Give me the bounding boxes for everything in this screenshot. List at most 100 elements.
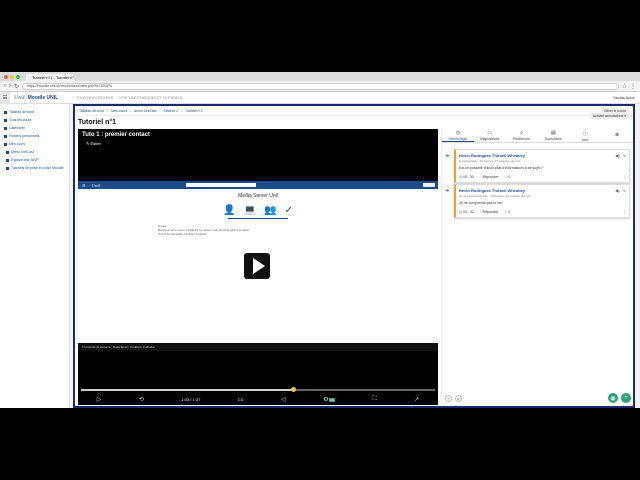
media-server-title: Media Server Unil (238, 193, 278, 199)
annotation-card[interactable]: ◀) ⋖ Kevin Rodrigues Thirbell Wheatley Je n… (454, 184, 630, 218)
star-icon[interactable]: ☆ (622, 83, 627, 90)
close-dot-icon[interactable] (4, 74, 8, 79)
top-nav-item[interactable]: TOUR DES CITOYENS (76, 96, 113, 100)
panel-tab[interactable]: ▭ Diapositives (474, 129, 506, 142)
panel-tab-label: Recherche (513, 137, 531, 141)
sidebar-item-label: Tutoriels de prise en main Moodle (11, 166, 64, 170)
main-content: Tableau de bord / Mes cours / demo UniCast / S… (73, 104, 635, 408)
add-icon[interactable]: + (445, 394, 452, 402)
video-player[interactable]: Tuto 1 : premier contact ✎ Éditer ☰ Unil… (78, 129, 438, 405)
breadcrumb-item[interactable]: Mes cours (111, 109, 127, 113)
sidebar-item-label: Fichiers personnels (9, 134, 40, 138)
reply-button[interactable]: ◌ Répondre (480, 210, 498, 214)
sidebar-item[interactable]: Tous les cours (0, 116, 69, 124)
maximize-dot-icon[interactable] (16, 74, 20, 79)
panel-tab-label: Chronologie (448, 136, 468, 141)
sidebar-item-icon (4, 118, 7, 122)
note-timestamp[interactable]: ◷ 00 : 30 (459, 175, 474, 179)
breadcrumb-item[interactable]: Tutoriel n°1 (185, 109, 203, 113)
history-icon[interactable]: ⟲ (139, 396, 144, 403)
reload-icon[interactable]: ↻ (14, 83, 19, 90)
settings-icon[interactable]: ⚙HD (323, 396, 335, 403)
forward-icon[interactable]: › (9, 83, 11, 89)
info-icon: ⓘ (582, 130, 588, 137)
play-overlay-button[interactable] (244, 253, 270, 279)
sidebar-item[interactable]: Tableau de bord (0, 108, 69, 116)
speaker-icon[interactable]: ◀) (615, 188, 619, 193)
play-icon[interactable]: ▷ (97, 396, 102, 403)
progress-knob[interactable] (291, 387, 297, 392)
sidebar-item[interactable]: Tutoriels de prise en main Moodle (0, 164, 69, 172)
minimize-dot-icon[interactable] (10, 74, 14, 79)
breadcrumb-item[interactable]: Section 2 (163, 109, 178, 113)
share-icon[interactable]: ⋖ (623, 188, 626, 193)
note-body: Je ne comprends pas le lien (459, 201, 503, 205)
speaker-icon[interactable]: ◀) (615, 153, 619, 158)
hamburger-icon[interactable]: ☰ (0, 91, 10, 104)
panel-tab[interactable]: ⌕ Recherche (506, 129, 538, 142)
play-icon (252, 258, 265, 274)
back-arrow-icon[interactable]: ⇐ (455, 394, 462, 402)
clock-icon: ◷ (455, 129, 461, 136)
note-author[interactable]: Kevin Rodrigues Thirbell Wheatley (459, 188, 626, 193)
search-icon: ⌕ (520, 130, 523, 136)
note-author[interactable]: Kevin Rodrigues Thirbell Wheatley (459, 153, 626, 158)
sidebar-item-icon (6, 158, 9, 162)
sidebar-item[interactable]: Calendrier (0, 124, 69, 132)
browser-menu-icon[interactable]: ⋮ (630, 83, 636, 90)
note-meta: Je ne comprends pas · 10 heures, 24 minu… (459, 194, 531, 198)
site-brand[interactable]: Moodle UNIL (28, 95, 59, 101)
media-server-icons: 👤 💻 👥 ✓ (78, 205, 438, 216)
unil-logo[interactable]: Unil (14, 95, 25, 101)
panel-tab[interactable]: ⓘ Info (569, 129, 601, 142)
back-icon[interactable]: ‹ (4, 83, 6, 89)
panel-tab-label: Sous-titres (545, 137, 562, 141)
browser-tabbar: Tutoriel n°1 - Tutoriel n°1 (0, 72, 640, 81)
sidebar-item[interactable]: Demo UniCast (0, 148, 69, 156)
note-footer: ◷ 00 : 42 ◌ Répondre ♡ 0 ⋮ (459, 210, 626, 214)
progress-bar[interactable] (81, 387, 435, 392)
panel-footer: + ⇐ ◉ + (442, 393, 634, 403)
like-button[interactable]: ♡ 0 (504, 210, 510, 214)
sidebar-item-label: Tableau de bord (9, 110, 35, 114)
breadcrumb-separator: / (130, 108, 132, 113)
share-icon[interactable]: ↗ (414, 396, 419, 403)
fullscreen-icon[interactable]: ⛶ (372, 396, 376, 403)
top-nav-item[interactable]: VOIR VIDEOTHEQUES ET TUTORIELS (119, 96, 182, 100)
like-button[interactable]: ♡ 0 (504, 175, 510, 179)
sidebar-item[interactable]: Mes cours (0, 140, 69, 148)
address-input[interactable]: https://moodle.unil.ch/mod/videos/view.p… (22, 82, 619, 90)
camera-button[interactable]: ◉ (608, 393, 618, 403)
sidebar-item-icon (4, 126, 7, 130)
annotation-card[interactable]: ◀) ⋖ Kevin Rodrigues Thirbell Wheatley Comm… (454, 149, 630, 183)
reply-label: Répondre (482, 175, 499, 179)
reply-button[interactable]: ◌ Répondre (480, 175, 498, 179)
user-menu[interactable]: Nicolas Nova (613, 96, 634, 100)
sidebar-item[interactable]: Fichiers personnels (0, 132, 69, 140)
edit-link[interactable]: ✎ Éditer (86, 141, 438, 146)
inner-search-box (186, 183, 257, 187)
annotations-panel: Activité annotations ▾ ◷ Chronologie ▭ Diap… (441, 113, 634, 406)
sidebar-item[interactable]: Espace test JAVP (0, 156, 69, 164)
note-timestamp[interactable]: ◷ 00 : 42 (459, 210, 474, 214)
more-icon[interactable]: ⋮ (623, 210, 627, 214)
share-icon[interactable]: ⋖ (623, 153, 626, 158)
panel-tab[interactable]: ▤ Sous-titres (537, 129, 569, 142)
browser-tab[interactable]: Tutoriel n°1 - Tutoriel n°1 (26, 74, 74, 81)
breadcrumb-separator: / (159, 108, 161, 113)
divider (228, 218, 288, 219)
video-frame: ☰ Unil Media Server Unil 👤 💻 👥 ✓ Accueil… (78, 181, 438, 351)
panel-tab[interactable]: ⊗ (601, 129, 633, 142)
more-icon[interactable]: ⋮ (623, 175, 627, 179)
volume-icon[interactable]: ◁ (281, 396, 286, 403)
breadcrumb-separator: / (181, 108, 182, 113)
sidebar-item-icon (4, 110, 7, 114)
subtitles-icon[interactable]: CC (238, 397, 244, 402)
panel-tab[interactable]: ◷ Chronologie (442, 129, 474, 142)
annotations-activity-button[interactable]: Activité annotations ▾ (589, 113, 629, 119)
breadcrumb-item[interactable]: Tableau de bord (79, 109, 104, 113)
add-annotation-button[interactable]: + (621, 393, 631, 403)
browser-window: Tutoriel n°1 - Tutoriel n°1 ‹ › ↻ https:… (0, 72, 640, 408)
breadcrumb-item[interactable]: demo UniCast (134, 109, 156, 113)
like-count: 0 (508, 210, 511, 214)
